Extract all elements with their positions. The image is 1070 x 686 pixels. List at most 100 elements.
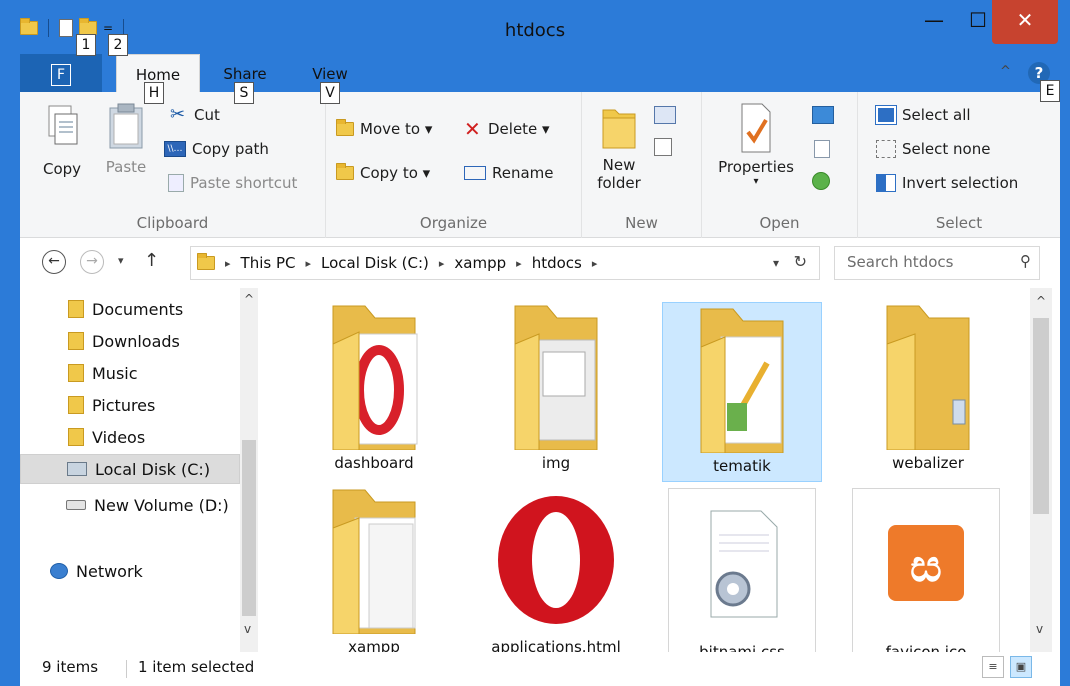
file-tile[interactable]: xampp [294, 484, 454, 652]
select-all-button[interactable]: Select all [875, 105, 971, 125]
select-none-icon [876, 140, 896, 158]
xampp-icon: ස [888, 525, 964, 601]
organize-group-label: Organize [419, 214, 488, 232]
file-tile[interactable]: applications.html [476, 484, 636, 652]
select-none-label: Select none [902, 140, 991, 158]
group-clipboard: Copy Paste ✂ Cut \\… Copy path Paste sho… [20, 92, 326, 238]
nav-item-label: Documents [92, 299, 184, 319]
keytip-view: V [320, 82, 340, 104]
new-item-icon[interactable] [654, 106, 676, 124]
paste-shortcut-label: Paste shortcut [190, 174, 298, 192]
details-view-icon[interactable]: ≡ [982, 656, 1004, 678]
nav-item-label: Videos [92, 427, 146, 447]
search-input[interactable]: Search htdocs ⚲ [834, 246, 1040, 280]
history-icon[interactable] [812, 172, 830, 190]
chevron-right-icon[interactable]: ▸ [516, 257, 522, 270]
drive-icon [66, 500, 86, 510]
new-folder-button[interactable]: New folder [592, 102, 646, 192]
keytip-1: 1 [76, 34, 96, 56]
properties-label: Properties [718, 158, 794, 176]
properties-dropdown-icon: ▾ [753, 176, 759, 187]
move-to-button[interactable]: Move to ▾ [336, 119, 433, 138]
tab-file[interactable]: F [20, 54, 102, 92]
new-folder-label-1: New [602, 156, 636, 174]
nav-item-label: Network [76, 561, 143, 581]
file-tile[interactable]: webalizer [848, 300, 1008, 480]
copy-to-button[interactable]: Copy to ▾ [336, 163, 430, 182]
file-name: bitnami.css [699, 643, 785, 652]
scroll-up-icon[interactable]: ^ [1036, 294, 1046, 308]
file-tile[interactable]: bitnami.css [668, 488, 816, 652]
properties-icon [741, 103, 771, 153]
back-button[interactable]: ← [42, 250, 66, 274]
paste-button[interactable]: Paste [102, 102, 150, 176]
copy-path-button[interactable]: \\… Copy path [164, 140, 269, 158]
invert-selection-button[interactable]: Invert selection [876, 174, 1018, 192]
large-icons-view-icon[interactable]: ▣ [1010, 656, 1032, 678]
folder-images-icon [514, 305, 598, 451]
address-bar[interactable]: ▸ This PC ▸ Local Disk (C:) ▸ xampp ▸ ht… [190, 246, 820, 280]
chevron-right-icon[interactable]: ▸ [592, 257, 598, 270]
status-bar: 9 items 1 item selected ≡ ▣ [20, 652, 1060, 686]
chevron-right-icon[interactable]: ▸ [439, 257, 445, 270]
opera-icon [498, 496, 614, 624]
scroll-up-icon[interactable]: ^ [244, 292, 254, 306]
select-none-button[interactable]: Select none [876, 140, 990, 158]
recent-locations-icon[interactable]: ▾ [118, 254, 124, 267]
paste-shortcut-button[interactable]: Paste shortcut [168, 174, 297, 192]
easy-access-icon[interactable] [654, 138, 672, 156]
copy-button[interactable]: Copy [38, 104, 86, 178]
chevron-right-icon[interactable]: ▸ [225, 257, 231, 270]
file-view-scroll-thumb[interactable] [1033, 318, 1049, 514]
move-to-icon [336, 119, 354, 136]
documents-icon [68, 300, 84, 318]
chevron-right-icon[interactable]: ▸ [305, 257, 311, 270]
file-tile[interactable]: dashboard [294, 300, 454, 480]
file-name: webalizer [892, 454, 964, 472]
keytip-help: E [1040, 80, 1060, 102]
cut-button[interactable]: ✂ Cut [170, 106, 220, 125]
nav-item-local-disk-c[interactable]: Local Disk (C:) [20, 454, 240, 484]
file-tile[interactable]: img [476, 300, 636, 480]
css-file-icon [710, 510, 778, 618]
scroll-down-icon[interactable]: v [244, 622, 251, 636]
select-group-label: Select [935, 214, 983, 232]
breadcrumb-this-pc[interactable]: This PC [241, 254, 296, 272]
move-to-label: Move to ▾ [360, 120, 433, 138]
nav-item-network[interactable]: Network [50, 556, 270, 586]
delete-button[interactable]: ✕ Delete ▾ [464, 117, 550, 141]
status-divider [126, 660, 127, 678]
rename-icon [464, 166, 486, 180]
rename-button[interactable]: Rename [464, 164, 554, 182]
minimize-button[interactable]: — [912, 0, 956, 44]
scroll-down-icon[interactable]: v [1036, 622, 1043, 636]
select-all-label: Select all [902, 106, 971, 124]
keytip-file: F [51, 64, 71, 86]
nav-scrollbar[interactable]: ^ v [240, 288, 258, 652]
file-tile-selected[interactable]: tematik [662, 302, 822, 482]
open-icon[interactable] [812, 106, 834, 124]
properties-button[interactable]: Properties ▾ [714, 102, 798, 187]
breadcrumb-xampp[interactable]: xampp [454, 254, 506, 272]
delete-label: Delete ▾ [488, 120, 550, 138]
close-button[interactable]: ✕ [992, 0, 1058, 44]
keytip-home: H [144, 82, 164, 104]
copy-to-icon [336, 163, 354, 180]
file-tile[interactable]: ස favicon.ico [852, 488, 1000, 652]
file-view-scrollbar[interactable]: ^ v [1030, 288, 1052, 652]
group-new: New folder New [582, 92, 702, 238]
search-icon[interactable]: ⚲ [1020, 252, 1031, 270]
delete-icon: ✕ [464, 117, 481, 141]
breadcrumb-local-disk[interactable]: Local Disk (C:) [321, 254, 429, 272]
navigation-pane: Documents Downloads Music Pictures Video… [20, 288, 266, 652]
breadcrumb-htdocs[interactable]: htdocs [532, 254, 582, 272]
forward-button[interactable]: → [80, 250, 104, 274]
ribbon-collapse-icon[interactable]: ^ [1000, 64, 1011, 79]
up-button[interactable]: ↑ [144, 250, 159, 271]
refresh-icon[interactable]: ↻ [794, 252, 807, 271]
nav-scroll-thumb[interactable] [242, 440, 256, 616]
nav-item-label: Pictures [92, 395, 156, 415]
group-organize: Move to ▾ Copy to ▾ ✕ Delete ▾ Rename Or… [326, 92, 582, 238]
address-dropdown-icon[interactable]: ▾ [773, 256, 779, 270]
edit-icon[interactable] [814, 140, 830, 158]
